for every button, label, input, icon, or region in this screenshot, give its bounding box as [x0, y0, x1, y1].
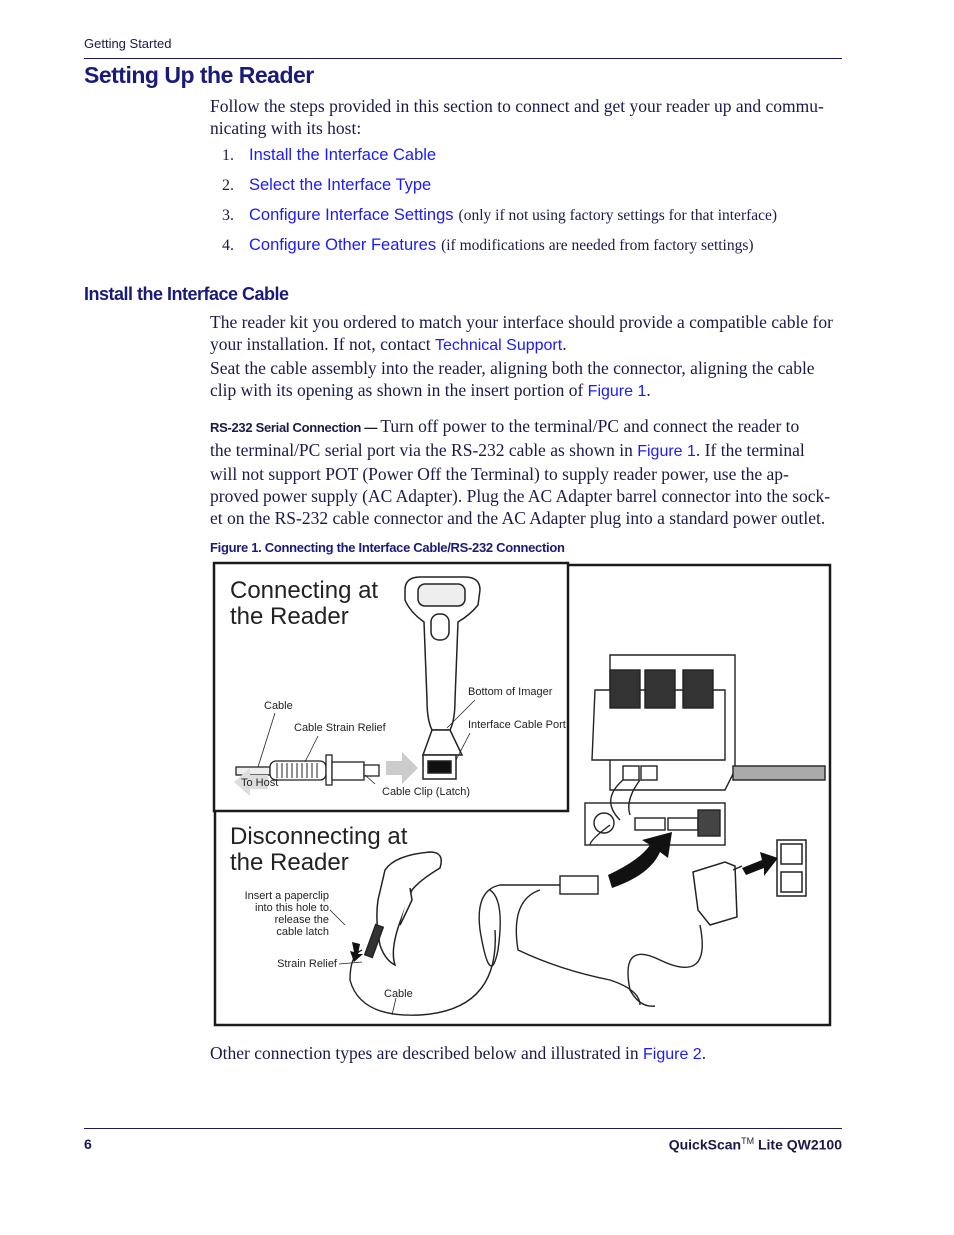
- closing-paragraph: Other connection types are described bel…: [210, 1042, 850, 1066]
- subsection-title: Install the Interface Cable: [84, 284, 289, 304]
- insert-arrow-icon: [386, 752, 418, 784]
- footer-rule: [84, 1128, 842, 1129]
- text: Lite QW2100: [754, 1136, 842, 1153]
- connect-title-1: Connecting at: [230, 577, 378, 604]
- cable-coil: [349, 779, 703, 1016]
- text: . If the terminal: [695, 440, 805, 460]
- label-to-host: To Host: [241, 777, 278, 789]
- intro-line-1: Follow the steps provided in this sectio…: [210, 96, 824, 116]
- scanner-handle-icon: [404, 576, 481, 780]
- label-paperclip-4: cable latch: [276, 926, 329, 938]
- step-note: (if modifications are needed from factor…: [441, 237, 754, 254]
- label-cable: Cable: [264, 700, 293, 712]
- figure-caption: Figure 1. Connecting the Interface Cable…: [210, 540, 565, 555]
- list-item: 3. Configure Interface Settings (only if…: [222, 206, 842, 236]
- step-number: 1.: [222, 147, 234, 164]
- header-rule: [84, 58, 842, 59]
- em-dash: —: [361, 420, 381, 435]
- label-paperclip-3: release the: [275, 914, 329, 926]
- label-strain-relief: Strain Relief: [277, 958, 338, 970]
- label-bottom-of-imager: Bottom of Imager: [468, 686, 553, 698]
- label-cable-strain-relief: Cable Strain Relief: [294, 722, 387, 734]
- plug-in-arrow-icon: [608, 832, 672, 888]
- text: the terminal/PC serial port via the RS-2…: [210, 440, 638, 460]
- rs232-runin-label: RS-232 Serial Connection: [210, 420, 362, 435]
- link-configure-interface-settings[interactable]: Configure Interface Settings: [249, 206, 454, 225]
- link-figure-2[interactable]: Figure 2: [643, 1046, 702, 1063]
- p2-line-2: clip with its opening as shown in the in…: [210, 379, 850, 403]
- label-cable-clip: Cable Clip (Latch): [382, 786, 470, 798]
- outlet-arrow-icon: [742, 852, 778, 876]
- setup-steps-list: 1. Install the Interface Cable 2. Select…: [222, 146, 842, 266]
- rs232-line-2: the terminal/PC serial port via the RS-2…: [210, 439, 850, 463]
- rs232-paragraph: RS-232 Serial Connection — Turn off powe…: [210, 415, 850, 529]
- list-item: 1. Install the Interface Cable: [222, 146, 842, 176]
- text: .: [646, 380, 651, 400]
- section-title: Setting Up the Reader: [84, 62, 314, 88]
- scanner-gun-icon: [363, 851, 442, 967]
- rs232-connector-icon: [559, 875, 599, 895]
- link-figure-1[interactable]: Figure 1: [637, 443, 696, 460]
- step-note: (only if not using factory settings for …: [458, 207, 778, 224]
- to-host-arrow-icon: [234, 768, 268, 796]
- text: your installation. If not, contact: [210, 334, 436, 354]
- label-interface-cable-port: Interface Cable Port: [468, 719, 566, 731]
- text: QuickScan: [668, 1136, 742, 1153]
- rs232-line-5: et on the RS-232 cable connector and the…: [210, 508, 826, 528]
- text: Turn off power to the terminal/PC and co…: [380, 416, 800, 436]
- text: .: [562, 334, 567, 354]
- trademark: TM: [741, 1136, 755, 1146]
- link-figure-1[interactable]: Figure 1: [588, 383, 647, 400]
- label-paperclip-1: Insert a paperclip: [245, 890, 329, 902]
- link-install-interface-cable[interactable]: Install the Interface Cable: [249, 146, 436, 165]
- step-number: 3.: [222, 207, 234, 224]
- list-item: 2. Select the Interface Type: [222, 176, 842, 206]
- install-paragraph: The reader kit you ordered to match your…: [210, 311, 850, 403]
- cable-plug-icon: [235, 754, 380, 786]
- p1-line-1: The reader kit you ordered to match your…: [210, 312, 833, 332]
- pull-arrow-icon: [350, 942, 363, 962]
- rs232-line-3: will not support POT (Power Off the Term…: [210, 464, 789, 484]
- running-head: Getting Started: [84, 36, 172, 51]
- intro-line-2: nicating with its host:: [210, 118, 362, 138]
- disconnect-title-2: the Reader: [230, 849, 349, 876]
- page-number: 6: [84, 1136, 92, 1152]
- product-name: QuickScanTM Lite QW2100: [669, 1136, 842, 1153]
- connect-inset-frame: [212, 561, 570, 813]
- disconnect-title-1: Disconnecting at: [230, 823, 408, 850]
- list-item: 4. Configure Other Features (if modifica…: [222, 236, 842, 266]
- rs232-line-1: RS-232 Serial Connection — Turn off powe…: [210, 415, 850, 439]
- ac-adapter-icon: [692, 861, 743, 926]
- label-paperclip-2: into this hole to: [255, 902, 329, 914]
- link-configure-other-features[interactable]: Configure Other Features: [249, 236, 436, 255]
- figure-frame: [213, 563, 832, 1027]
- p2-line-1: Seat the cable assembly into the reader,…: [210, 358, 815, 378]
- step-number: 2.: [222, 177, 234, 194]
- link-technical-support[interactable]: Technical Support: [435, 337, 562, 354]
- text: .: [701, 1043, 707, 1063]
- p1-line-2: your installation. If not, contact Techn…: [210, 333, 850, 357]
- connect-title-2: the Reader: [230, 603, 349, 630]
- text: clip with its opening as shown in the in…: [210, 380, 588, 400]
- label-cable-bottom: Cable: [384, 988, 413, 1000]
- step-number: 4.: [222, 237, 234, 254]
- rs232-line-4: proved power supply (AC Adapter). Plug t…: [210, 486, 831, 506]
- intro-paragraph: Follow the steps provided in this sectio…: [210, 95, 850, 139]
- link-select-interface-type[interactable]: Select the Interface Type: [249, 176, 431, 195]
- power-outlet-icon: [776, 839, 807, 897]
- text: Other connection types are described bel…: [210, 1043, 643, 1063]
- terminal-pc-icon: [584, 654, 826, 846]
